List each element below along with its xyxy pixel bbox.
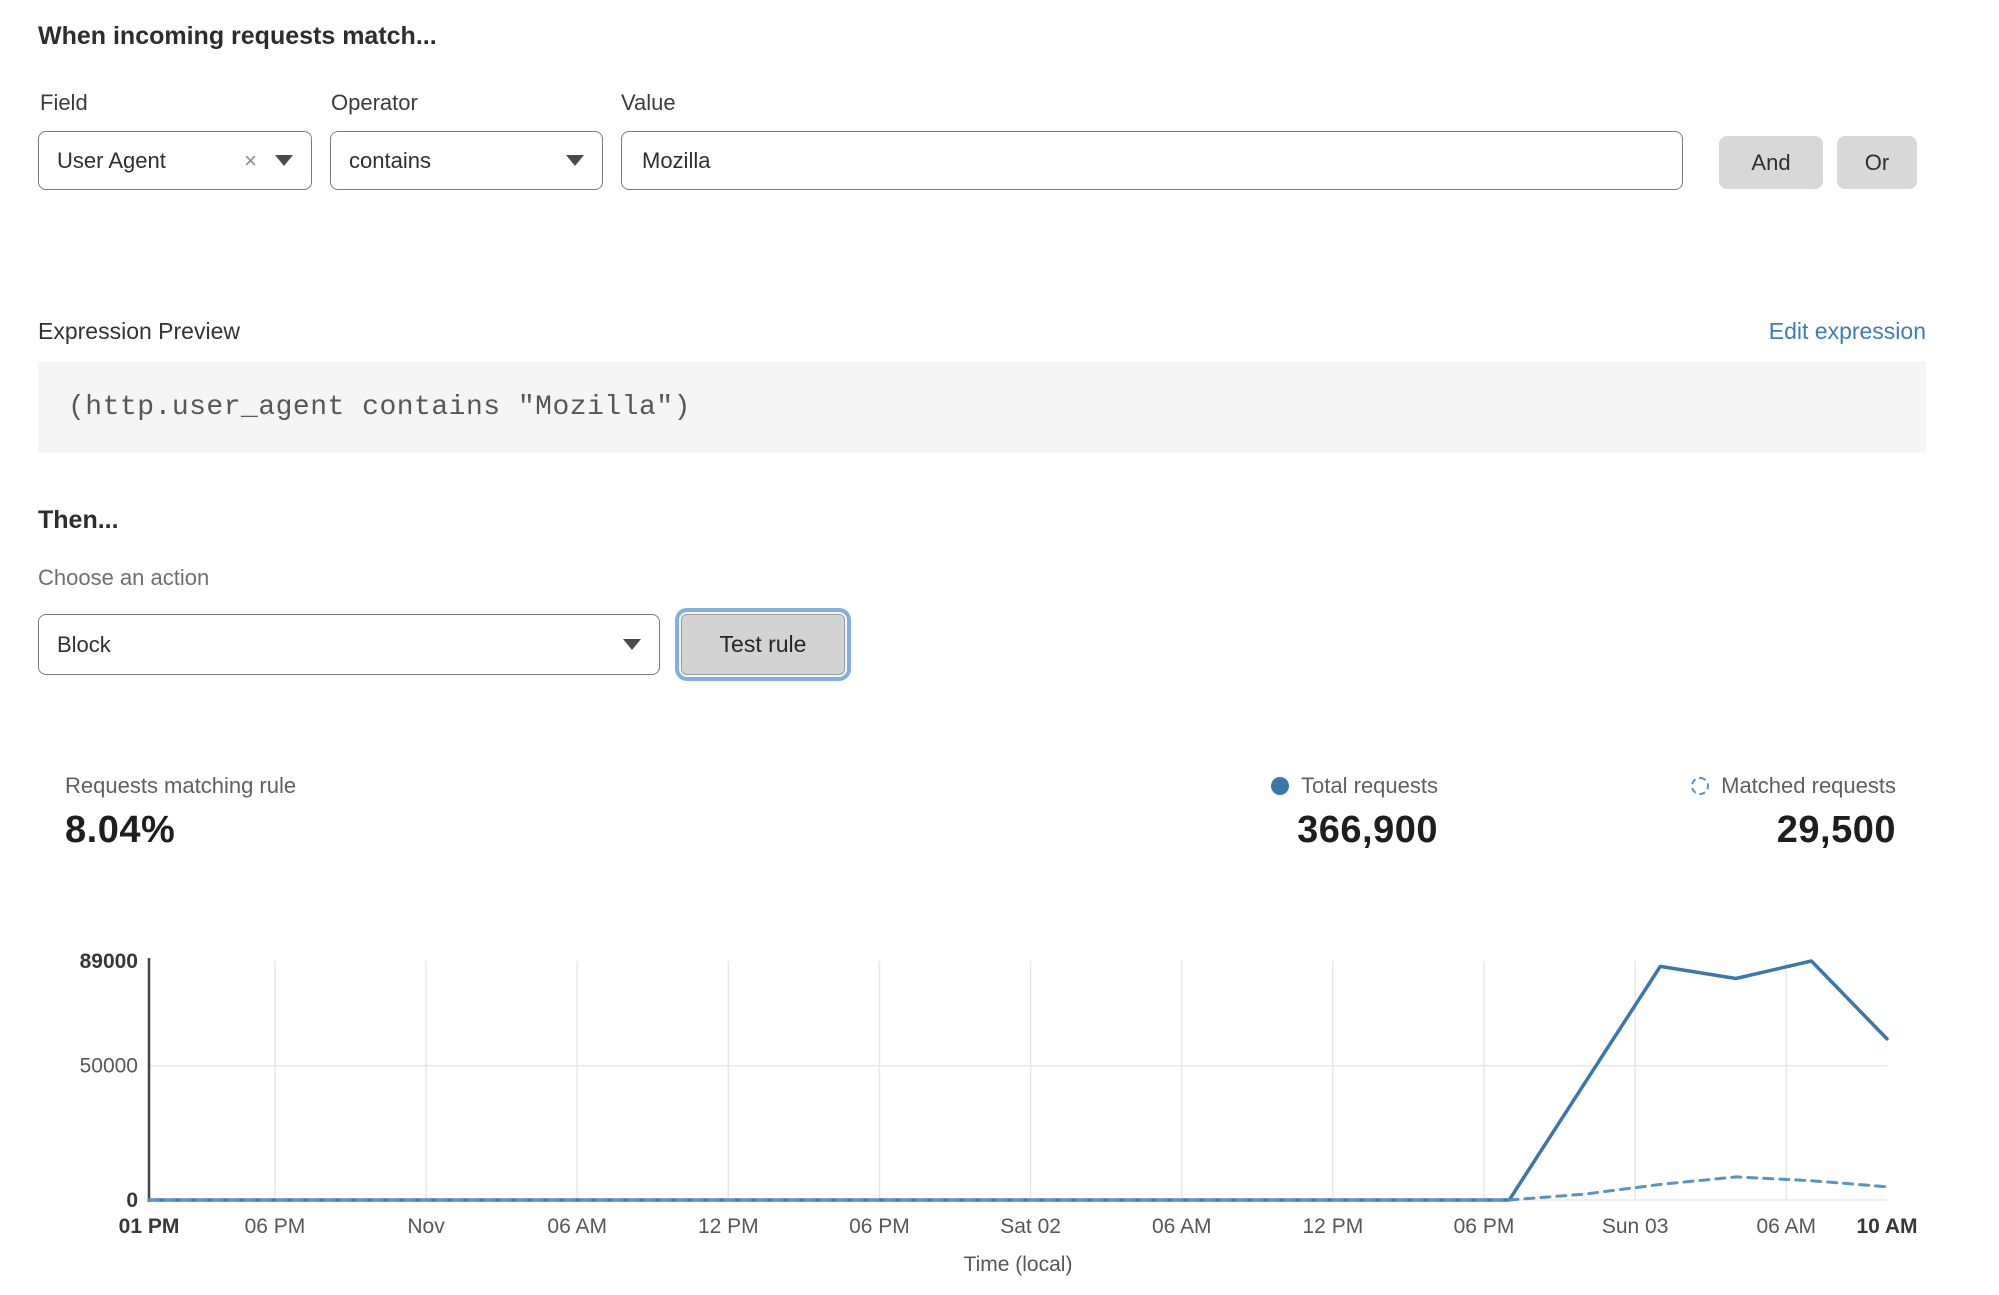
matched-requests-label: Matched requests (1721, 773, 1896, 799)
expression-preview-label: Expression Preview (38, 318, 240, 345)
chevron-down-icon (623, 639, 641, 650)
svg-text:12 PM: 12 PM (1303, 1215, 1364, 1238)
svg-text:50000: 50000 (80, 1055, 138, 1078)
svg-text:Sun 03: Sun 03 (1602, 1215, 1669, 1238)
matched-requests-dashed-circle-icon (1691, 777, 1709, 795)
field-select-value: User Agent (57, 148, 166, 174)
svg-text:10 AM: 10 AM (1856, 1215, 1917, 1238)
or-button[interactable]: Or (1837, 136, 1917, 189)
svg-text:06 PM: 06 PM (849, 1215, 910, 1238)
svg-text:06 AM: 06 AM (547, 1215, 607, 1238)
then-heading: Then... (38, 506, 119, 535)
svg-text:06 PM: 06 PM (1454, 1215, 1515, 1238)
svg-text:01 PM: 01 PM (119, 1215, 180, 1238)
field-select[interactable]: User Agent × (38, 131, 312, 190)
svg-text:06 AM: 06 AM (1756, 1215, 1816, 1238)
requests-chart: 0 50000 89000 01 PM 06 PM Nov 06 AM 12 PM 06 PM S… (0, 930, 1999, 1295)
value-input[interactable] (621, 131, 1683, 190)
edit-expression-link[interactable]: Edit expression (1769, 318, 1926, 345)
action-select-value: Block (57, 632, 111, 658)
chevron-down-icon (275, 155, 293, 166)
operator-label: Operator (331, 90, 418, 116)
test-rule-button[interactable]: Test rule (681, 614, 845, 675)
svg-text:Nov: Nov (407, 1215, 445, 1238)
svg-text:12 PM: 12 PM (698, 1215, 759, 1238)
total-requests-dot-icon (1271, 777, 1289, 795)
field-label: Field (40, 90, 88, 116)
requests-matching-stat: Requests matching rule 8.04% (65, 773, 296, 852)
svg-text:89000: 89000 (80, 950, 138, 973)
svg-text:Sat 02: Sat 02 (1000, 1215, 1061, 1238)
value-label: Value (621, 90, 676, 116)
total-requests-label: Total requests (1301, 773, 1438, 799)
svg-text:Time (local): Time (local) (964, 1253, 1073, 1276)
total-requests-stat: Total requests 366,900 (1271, 773, 1438, 852)
and-button[interactable]: And (1719, 136, 1823, 189)
svg-text:06 PM: 06 PM (245, 1215, 306, 1238)
clear-icon[interactable]: × (244, 148, 257, 174)
chevron-down-icon (566, 155, 584, 166)
requests-matching-value: 8.04% (65, 809, 296, 852)
firewall-rule-panel: When incoming requests match... Field Op… (0, 0, 1999, 1295)
svg-text:0: 0 (126, 1189, 138, 1212)
operator-select-value: contains (349, 148, 431, 174)
operator-select[interactable]: contains (330, 131, 603, 190)
expression-code-block: (http.user_agent contains "Mozilla") (38, 361, 1926, 453)
svg-text:06 AM: 06 AM (1152, 1215, 1212, 1238)
total-requests-value: 366,900 (1297, 809, 1438, 852)
requests-chart-svg: 0 50000 89000 01 PM 06 PM Nov 06 AM 12 PM 06 PM S… (0, 930, 1999, 1295)
matched-requests-stat: Matched requests 29,500 (1691, 773, 1896, 852)
expression-code: (http.user_agent contains "Mozilla") (38, 392, 691, 423)
matched-requests-value: 29,500 (1777, 809, 1896, 852)
action-select[interactable]: Block (38, 614, 660, 675)
page-title: When incoming requests match... (38, 22, 437, 51)
requests-matching-label: Requests matching rule (65, 773, 296, 799)
choose-action-label: Choose an action (38, 565, 209, 591)
